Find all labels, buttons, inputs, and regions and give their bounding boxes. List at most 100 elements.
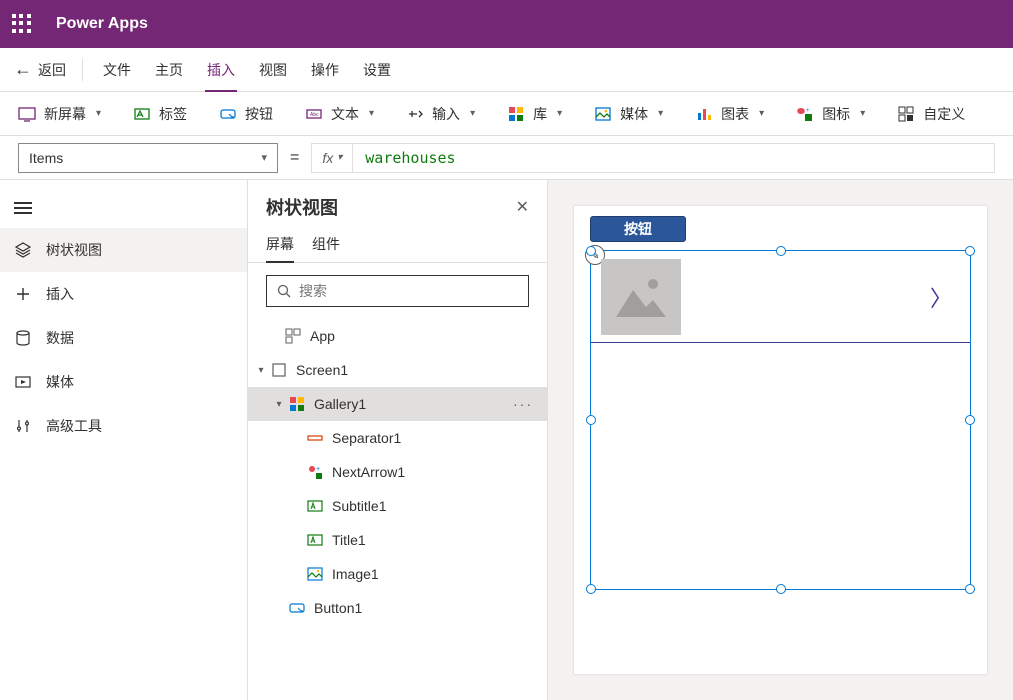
separator-icon xyxy=(306,429,324,447)
tree-node-app[interactable]: App xyxy=(248,319,547,353)
database-icon xyxy=(14,329,32,347)
app-title: Power Apps xyxy=(56,15,148,33)
title-bar: Power Apps xyxy=(0,0,1013,48)
back-button[interactable]: ← 返回 xyxy=(14,59,66,80)
media-nav-icon xyxy=(14,373,32,391)
tree-header: 树状视图 ✕ xyxy=(248,180,547,226)
label-icon xyxy=(306,531,324,549)
ribbon-gallery[interactable]: 库▾ xyxy=(507,104,562,124)
ribbon-button[interactable]: 按钮 xyxy=(219,104,273,124)
tree-node-subtitle1[interactable]: Subtitle1 xyxy=(248,489,547,523)
screen-icon xyxy=(18,105,36,123)
workspace: 树状视图 插入 数据 媒体 高级工具 树状视图 ✕ 屏幕 组件 xyxy=(0,180,1013,700)
tree-node-title1[interactable]: Title1 xyxy=(248,523,547,557)
chevron-down-icon: ▾ xyxy=(557,108,562,119)
formula-input[interactable]: warehouses xyxy=(353,149,994,167)
chevron-down-icon: ▾ xyxy=(261,151,267,164)
nav-toggle[interactable] xyxy=(0,188,247,228)
ribbon-icon[interactable]: + 图标▾ xyxy=(796,104,865,124)
tree-node-separator1[interactable]: Separator1 xyxy=(248,421,547,455)
text-icon: Abc xyxy=(305,105,323,123)
ribbon-text[interactable]: Abc 文本▾ xyxy=(305,104,374,124)
chevron-down-icon[interactable]: ▾ xyxy=(252,365,270,376)
custom-icon xyxy=(897,105,915,123)
nav-media[interactable]: 媒体 xyxy=(0,360,247,404)
back-label: 返回 xyxy=(38,60,66,80)
search-icon xyxy=(277,284,291,298)
image-placeholder[interactable] xyxy=(601,259,681,335)
left-nav: 树状视图 插入 数据 媒体 高级工具 xyxy=(0,180,248,700)
gallery-icon xyxy=(507,105,525,123)
canvas-gallery-selection[interactable]: ✎ 〉 xyxy=(590,250,971,590)
ribbon-label[interactable]: 标签 xyxy=(133,104,187,124)
shapes-icon: + xyxy=(796,105,814,123)
formula-box: fx▾ warehouses xyxy=(311,143,995,173)
search-input[interactable] xyxy=(299,283,518,299)
image-icon xyxy=(306,565,324,583)
button-icon xyxy=(288,599,306,617)
tree-title: 树状视图 xyxy=(266,194,338,220)
tab-screens[interactable]: 屏幕 xyxy=(266,226,294,262)
tree-node-image1[interactable]: Image1 xyxy=(248,557,547,591)
screen-icon xyxy=(270,361,288,379)
nav-data[interactable]: 数据 xyxy=(0,316,247,360)
resize-handle[interactable] xyxy=(586,415,596,425)
svg-text:+: + xyxy=(316,466,320,473)
menu-file[interactable]: 文件 xyxy=(91,48,143,92)
menu-home[interactable]: 主页 xyxy=(143,48,195,92)
tree-tabs: 屏幕 组件 xyxy=(248,226,547,263)
formula-bar: Items ▾ = fx▾ warehouses xyxy=(0,136,1013,180)
svg-text:Abc: Abc xyxy=(310,112,319,118)
resize-handle[interactable] xyxy=(586,246,596,256)
resize-handle[interactable] xyxy=(965,584,975,594)
resize-handle[interactable] xyxy=(965,246,975,256)
tree-node-gallery1[interactable]: ▾ Gallery1 ··· xyxy=(248,387,547,421)
ribbon-custom[interactable]: 自定义 xyxy=(897,104,965,124)
tools-icon xyxy=(14,417,32,435)
tree-node-screen1[interactable]: ▾ Screen1 xyxy=(248,353,547,387)
close-icon[interactable]: ✕ xyxy=(516,197,529,217)
media-icon xyxy=(594,105,612,123)
menu-settings[interactable]: 设置 xyxy=(351,48,403,92)
nav-tree-view[interactable]: 树状视图 xyxy=(0,228,247,272)
tree-node-nextarrow1[interactable]: + NextArrow1 xyxy=(248,455,547,489)
menu-view[interactable]: 视图 xyxy=(247,48,299,92)
more-icon[interactable]: ··· xyxy=(513,396,533,412)
resize-handle[interactable] xyxy=(776,246,786,256)
menu-bar: ← 返回 文件 主页 插入 视图 操作 设置 xyxy=(0,48,1013,92)
ribbon: 新屏幕▾ 标签 按钮 Abc 文本▾ 输入▾ 库▾ 媒体▾ 图表▾ + 图标▾ … xyxy=(0,92,1013,136)
gallery-template-row[interactable]: ✎ 〉 xyxy=(591,251,970,343)
tab-components[interactable]: 组件 xyxy=(312,226,340,262)
placeholder-icon xyxy=(611,272,671,322)
chevron-down-icon: ▾ xyxy=(470,108,475,119)
tree-node-button1[interactable]: Button1 xyxy=(248,591,547,625)
canvas-button-control[interactable]: 按钮 xyxy=(590,216,686,242)
nav-advanced-tools[interactable]: 高级工具 xyxy=(0,404,247,448)
nav-insert[interactable]: 插入 xyxy=(0,272,247,316)
menu-action[interactable]: 操作 xyxy=(299,48,351,92)
icon-control-icon: + xyxy=(306,463,324,481)
menu-insert[interactable]: 插入 xyxy=(195,48,247,92)
waffle-icon[interactable] xyxy=(12,14,32,34)
ribbon-new-screen[interactable]: 新屏幕▾ xyxy=(18,104,101,124)
layers-icon xyxy=(14,241,32,259)
label-icon xyxy=(306,497,324,515)
chevron-down-icon[interactable]: ▾ xyxy=(270,399,288,410)
gallery-icon xyxy=(288,395,306,413)
ribbon-input[interactable]: 输入▾ xyxy=(406,104,475,124)
ribbon-chart[interactable]: 图表▾ xyxy=(695,104,764,124)
resize-handle[interactable] xyxy=(586,584,596,594)
canvas[interactable]: 按钮 ✎ 〉 xyxy=(574,206,987,674)
input-icon xyxy=(406,105,424,123)
arrow-left-icon: ← xyxy=(14,59,32,80)
tree-search[interactable] xyxy=(266,275,529,307)
property-select[interactable]: Items ▾ xyxy=(18,143,278,173)
fx-label[interactable]: fx▾ xyxy=(312,144,353,172)
resize-handle[interactable] xyxy=(965,415,975,425)
canvas-area: 按钮 ✎ 〉 xyxy=(548,180,1013,700)
chevron-down-icon: ▾ xyxy=(860,108,865,119)
resize-handle[interactable] xyxy=(776,584,786,594)
chevron-right-icon[interactable]: 〉 xyxy=(930,281,952,313)
ribbon-media[interactable]: 媒体▾ xyxy=(594,104,663,124)
separator xyxy=(82,59,83,81)
